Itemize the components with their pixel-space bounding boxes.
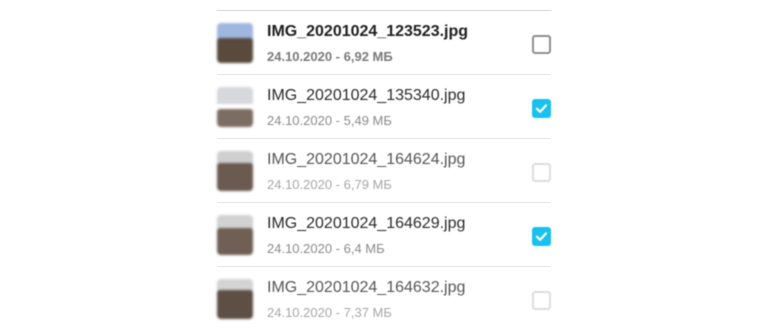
select-checkbox[interactable] [532,227,551,246]
file-name: IMG_20201024_164632.jpg [267,279,466,296]
select-checkbox[interactable] [532,291,551,310]
photo-thumbnail [217,151,253,191]
photo-thumbnail [217,23,253,63]
file-row[interactable]: IMG_20201024_164624.jpg 24.10.2020 - 6,7… [0,139,770,203]
photo-thumbnail [217,87,253,127]
select-checkbox[interactable] [532,99,551,118]
check-icon [535,104,548,113]
file-list: IMG_20201024_123523.jpg 24.10.2020 - 6,9… [0,11,770,330]
file-picker-screen: IMG_20201024_123523.jpg 24.10.2020 - 6,9… [0,0,770,330]
select-checkbox[interactable] [532,163,551,182]
file-row[interactable]: IMG_20201024_164629.jpg 24.10.2020 - 6,4… [0,203,770,267]
photo-thumbnail [217,279,253,319]
file-meta: 24.10.2020 - 5,49 МБ [267,113,392,128]
file-meta: 24.10.2020 - 7,37 МБ [267,305,392,320]
file-row[interactable]: IMG_20201024_123523.jpg 24.10.2020 - 6,9… [0,11,770,75]
file-name: IMG_20201024_164624.jpg [267,151,466,168]
select-checkbox[interactable] [532,35,551,54]
file-meta: 24.10.2020 - 6,79 МБ [267,177,392,192]
file-meta: 24.10.2020 - 6,92 МБ [267,49,393,64]
file-name: IMG_20201024_123523.jpg [267,23,469,40]
file-name: IMG_20201024_164629.jpg [267,215,466,232]
file-row[interactable]: IMG_20201024_135340.jpg 24.10.2020 - 5,4… [0,75,770,139]
file-meta: 24.10.2020 - 6,4 МБ [267,241,385,256]
photo-thumbnail [217,215,253,255]
check-icon [535,232,548,241]
file-name: IMG_20201024_135340.jpg [267,87,466,104]
file-row[interactable]: IMG_20201024_164632.jpg 24.10.2020 - 7,3… [0,267,770,330]
